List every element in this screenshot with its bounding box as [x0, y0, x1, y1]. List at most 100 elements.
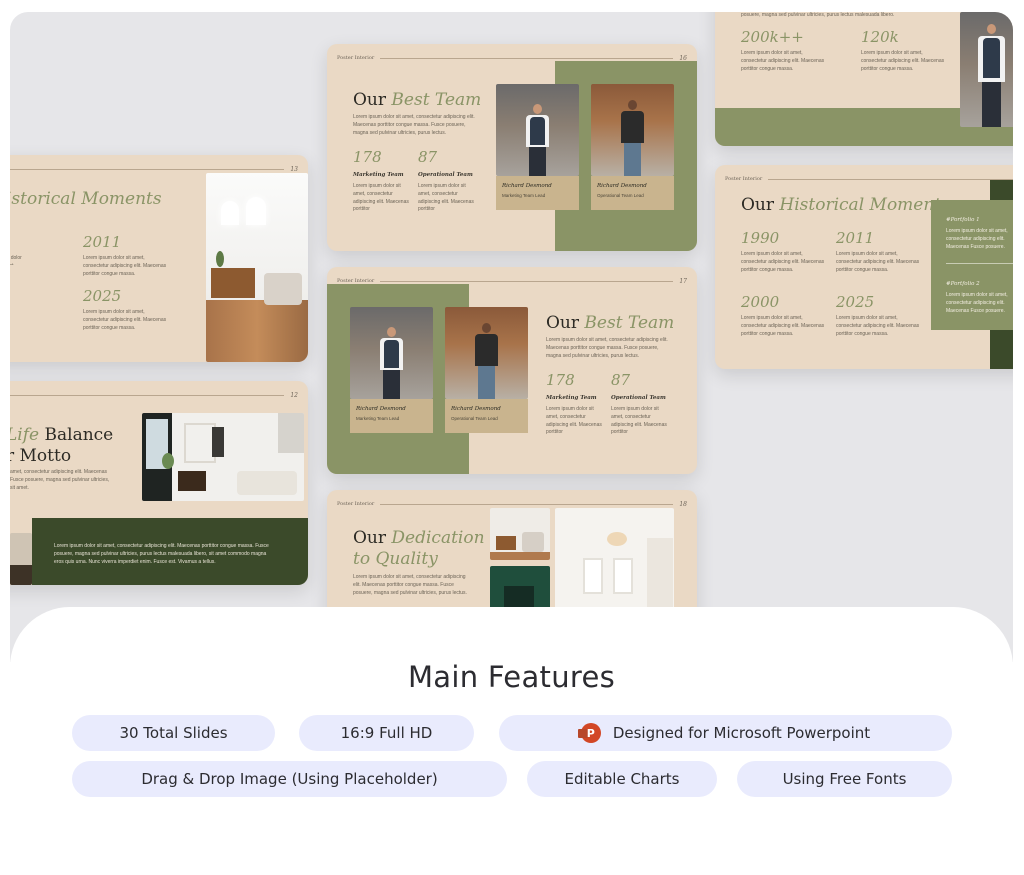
- stat-text: Lorem ipsum dolor sit amet, consectetur …: [546, 406, 602, 436]
- brand: Poster Interior: [725, 176, 763, 182]
- slide-12: 12 Life Balance r Motto amet, consectetu…: [10, 381, 308, 585]
- title-accent: Best Team: [584, 313, 675, 333]
- stat-text: Lorem ipsum dolor sit amet, consectetur …: [836, 251, 920, 273]
- feature-pill-full-hd: 16:9 Full HD: [299, 715, 474, 751]
- stat-value: 2011: [836, 229, 875, 247]
- stat-text: Lorem ipsum dolor sit amet, consectetur …: [83, 309, 167, 331]
- bottom-text: Lorem ipsum dolor sit amet, consectetur …: [54, 543, 269, 565]
- living-room-photo: [142, 413, 304, 501]
- portfolio-text: Lorem ipsum dolor sit amet, consectetur …: [946, 228, 1008, 250]
- portrait-photo: [960, 12, 1013, 127]
- stat-label: Marketing Team: [546, 395, 597, 401]
- feature-pill-total-slides: 30 Total Slides: [72, 715, 275, 751]
- feature-label: Designed for Microsoft Powerpoint: [612, 724, 871, 742]
- slide-title: Life Balance r Motto: [10, 425, 113, 468]
- title-accent: Dedication: [391, 528, 485, 548]
- cut-text: Lorem ipsum dolor sit amet, consectetur …: [10, 247, 22, 265]
- features-title: Main Features: [407, 660, 616, 694]
- stat-text: Lorem ipsum dolor sit amet, consectetur …: [418, 183, 474, 213]
- feature-label: Drag & Drop Image (Using Placeholder): [141, 770, 438, 788]
- slide-number: 18: [679, 500, 687, 508]
- powerpoint-icon-letter: P: [586, 726, 595, 740]
- stat-value: 2025: [83, 287, 122, 305]
- stat-value: 178: [353, 148, 382, 166]
- header-line: [10, 394, 285, 396]
- brand: Poster Interior: [337, 55, 375, 61]
- main-features-panel: Main Features 30 Total Slides 16:9 Full …: [10, 607, 1013, 875]
- stat-text: Lorem ipsum dolor sit amet, consectetur …: [83, 255, 167, 277]
- title-plain: Our: [353, 90, 387, 110]
- stat-value: 1990: [741, 229, 780, 247]
- stat-text: Lorem ipsum dolor sit amet, consectetur …: [353, 183, 409, 213]
- title-plain: Our: [353, 528, 387, 548]
- corner-photo: [10, 533, 32, 585]
- title-line2: to Quality: [353, 549, 438, 570]
- team-photo-2: [445, 307, 528, 399]
- feature-label: Using Free Fonts: [782, 770, 907, 788]
- feature-pill-powerpoint: P Designed for Microsoft Powerpoint: [499, 715, 952, 751]
- slide-historical-moments: Poster Interior Our Historical Moments 1…: [715, 165, 1013, 369]
- stat-text: Lorem ipsum dolor sit amet, consectetur …: [741, 315, 825, 337]
- portfolio-label: #Portfolio 1: [946, 217, 980, 223]
- title-accent: Life: [10, 425, 40, 445]
- slide-title: Our Best Team: [546, 313, 674, 334]
- stat-text: Lorem ipsum dolor sit amet, consectetur …: [741, 50, 825, 72]
- member-role: Operational Team Lead: [597, 193, 644, 198]
- slide-paragraph: amet, consectetur adipiscing elit. Maece…: [10, 469, 110, 491]
- room-photo-large: [555, 508, 674, 618]
- team-card-caption: Richard Desmond Marketing Team Lead: [496, 176, 579, 210]
- feature-label: 16:9 Full HD: [340, 724, 433, 742]
- portfolio-label: #Portfolio 2: [946, 281, 980, 287]
- header-line: [380, 280, 674, 282]
- stat-value: 87: [418, 148, 438, 166]
- stat-value: 2000: [741, 293, 780, 311]
- stat-value: 178: [546, 371, 575, 389]
- stat-value: 87: [611, 371, 631, 389]
- title-plain: Our: [741, 195, 775, 215]
- member-name: Richard Desmond: [356, 406, 406, 412]
- title-line2: r Motto: [10, 446, 72, 467]
- title-plain: Balance: [44, 425, 114, 445]
- stat-value: 2011: [83, 233, 122, 251]
- header-line: [380, 57, 674, 59]
- slide-title: Our Historical Moments: [741, 195, 950, 216]
- stat-label: Operational Team: [418, 172, 473, 178]
- portfolio-text: Lorem ipsum dolor sit amet, consectetur …: [946, 292, 1008, 314]
- slide-header: Poster Interior: [725, 173, 1013, 185]
- stat-label: Marketing Team: [353, 172, 404, 178]
- team-photo-1: [350, 307, 433, 399]
- slide-header: 12: [10, 389, 298, 401]
- slide-17: Poster Interior 17 Richard Desmond Marke…: [327, 267, 697, 474]
- stat-text: Lorem ipsum dolor sit amet, consectetur …: [741, 251, 825, 273]
- team-photo-1: [496, 84, 579, 176]
- slide-13: 13 istorical Moments Lorem ipsum dolor s…: [10, 155, 308, 362]
- slide-title: Our Best Team: [353, 90, 481, 111]
- slide-title: Our Dedication to Quality: [353, 528, 485, 571]
- stat-text: Lorem ipsum dolor sit amet, consectetur …: [836, 315, 920, 337]
- member-name: Richard Desmond: [502, 183, 552, 189]
- member-role: Marketing Team Lead: [356, 416, 400, 421]
- member-name: Richard Desmond: [451, 406, 501, 412]
- top-text: posuere, magna sed pulvinar ultricies, p…: [741, 12, 895, 18]
- feature-pill-free-fonts: Using Free Fonts: [737, 761, 952, 797]
- stat-label: Operational Team: [611, 395, 666, 401]
- slide-16: Poster Interior 16 Our Best Team Lorem i…: [327, 44, 697, 251]
- room-photo-small-1: [490, 508, 550, 560]
- team-card-caption: Richard Desmond Operational Team Lead: [445, 399, 528, 433]
- stat-text: Lorem ipsum dolor sit amet, consectetur …: [861, 50, 945, 72]
- header-line: [768, 178, 1013, 180]
- slide-number: 13: [290, 165, 298, 173]
- member-role: Operational Team Lead: [451, 416, 498, 421]
- stat-value: 200k++: [741, 28, 804, 46]
- member-role: Marketing Team Lead: [502, 193, 546, 198]
- title-accent: istorical Moments: [10, 189, 162, 209]
- header-line: [380, 503, 674, 505]
- team-photo-2: [591, 84, 674, 176]
- team-card-caption: Richard Desmond Operational Team Lead: [591, 176, 674, 210]
- team-card-caption: Richard Desmond Marketing Team Lead: [350, 399, 433, 433]
- title-accent: Historical Moments: [779, 195, 950, 215]
- slide-number: 17: [679, 277, 687, 285]
- feature-pill-drag-drop: Drag & Drop Image (Using Placeholder): [72, 761, 507, 797]
- slide-paragraph: Lorem ipsum dolor sit amet, consectetur …: [546, 337, 668, 359]
- feature-label: Editable Charts: [564, 770, 680, 788]
